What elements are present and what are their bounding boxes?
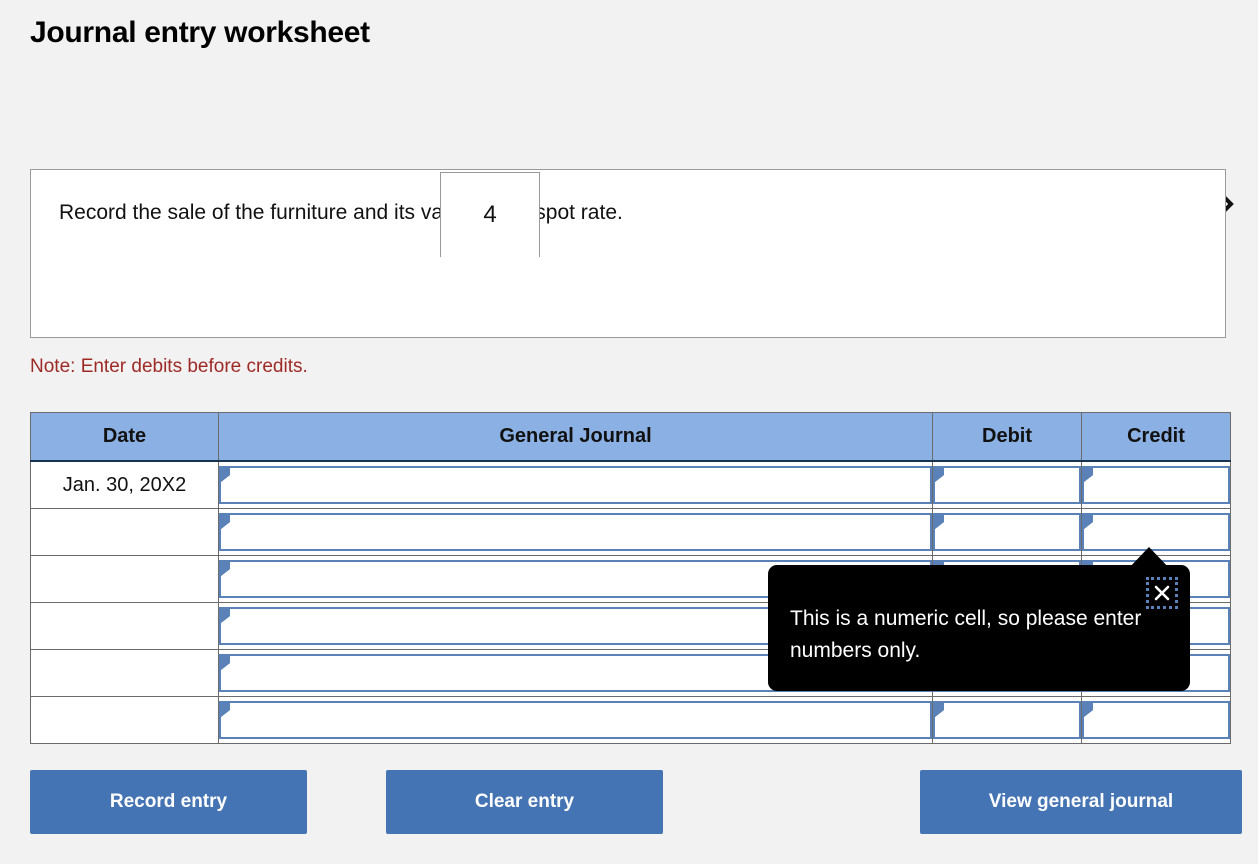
general-journal-cell [218,508,933,556]
view-general-journal-button[interactable]: View general journal [920,770,1242,834]
prompt-panel: Record the sale of the furniture and its… [30,169,1226,338]
debit-input[interactable] [933,466,1081,504]
cell-marker-icon [935,515,944,529]
date-cell [30,602,219,650]
column-header-credit: Credit [1081,412,1231,462]
debit-input[interactable] [933,513,1081,551]
cell-marker-icon [935,468,944,482]
cell-marker-icon [1084,468,1093,482]
general-journal-input[interactable] [219,513,932,551]
cell-marker-icon [221,703,230,717]
date-cell [30,649,219,697]
debit-cell [932,508,1082,556]
credit-cell [1081,696,1231,744]
cell-marker-icon [935,703,944,717]
cell-marker-icon [221,609,230,623]
table-row: Jan. 30, 20X2 [30,460,1231,509]
date-cell: Jan. 30, 20X2 [30,460,219,509]
tooltip-close-button[interactable] [1146,577,1178,609]
column-header-date: Date [30,412,219,462]
tab-label: 4 [483,201,497,228]
cell-marker-icon [221,656,230,670]
clear-entry-button[interactable]: Clear entry [386,770,663,834]
numeric-cell-tooltip: This is a numeric cell, so please enter … [768,565,1190,691]
tooltip-message: This is a numeric cell, so please enter … [790,607,1142,662]
date-cell [30,696,219,744]
column-header-debit: Debit [932,412,1082,462]
debit-cell [932,460,1082,509]
credit-input[interactable] [1082,513,1230,551]
debit-input[interactable] [933,701,1081,739]
general-journal-cell [218,460,933,509]
tab-4-active[interactable]: 4 [440,172,540,257]
table-header-row: Date General Journal Debit Credit [30,412,1231,462]
general-journal-input[interactable] [219,466,932,504]
worksheet-tab-strip: 1 2 3 4 5 6 7 8 9 10 [0,86,1258,257]
credit-cell [1081,460,1231,509]
cell-marker-icon [221,515,230,529]
date-cell [30,508,219,556]
table-row [30,696,1231,744]
credit-input[interactable] [1082,701,1230,739]
debits-before-credits-note: Note: Enter debits before credits. [30,356,308,377]
general-journal-input[interactable] [219,701,932,739]
general-journal-cell [218,696,933,744]
column-header-general-journal: General Journal [218,412,933,462]
record-entry-button[interactable]: Record entry [30,770,307,834]
page-title: Journal entry worksheet [30,16,370,49]
credit-input[interactable] [1082,466,1230,504]
cell-marker-icon [1084,515,1093,529]
date-cell [30,555,219,603]
close-icon [1153,584,1171,602]
cell-marker-icon [1084,703,1093,717]
table-row [30,508,1231,556]
cell-marker-icon [221,468,230,482]
debit-cell [932,696,1082,744]
cell-marker-icon [221,562,230,576]
